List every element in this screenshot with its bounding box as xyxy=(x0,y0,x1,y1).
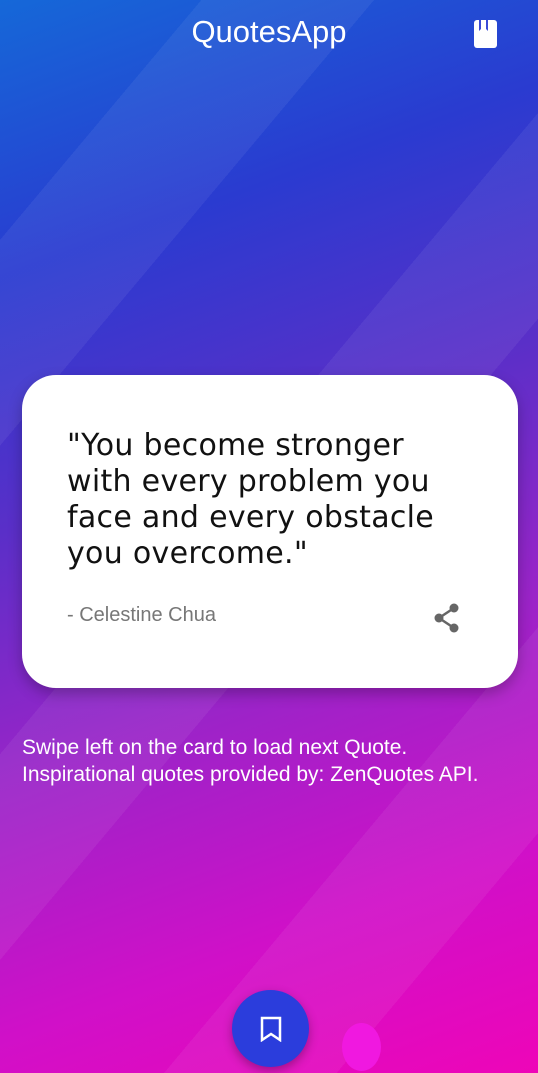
share-icon[interactable] xyxy=(432,602,462,634)
decor-blob xyxy=(342,1023,381,1071)
quote-author: - Celestine Chua xyxy=(67,604,216,626)
app-title: QuotesApp xyxy=(191,14,347,49)
info-text: Swipe left on the card to load next Quot… xyxy=(22,736,479,786)
quote-card[interactable]: "You become stronger with every problem … xyxy=(22,375,518,688)
quote-text: "You become stronger with every problem … xyxy=(67,428,435,571)
save-quote-button[interactable] xyxy=(232,990,309,1067)
saved-quotes-icon[interactable] xyxy=(474,20,497,48)
bookmark-icon xyxy=(260,1016,281,1042)
app-background: QuotesApp "You become stronger with ever… xyxy=(0,0,538,1073)
